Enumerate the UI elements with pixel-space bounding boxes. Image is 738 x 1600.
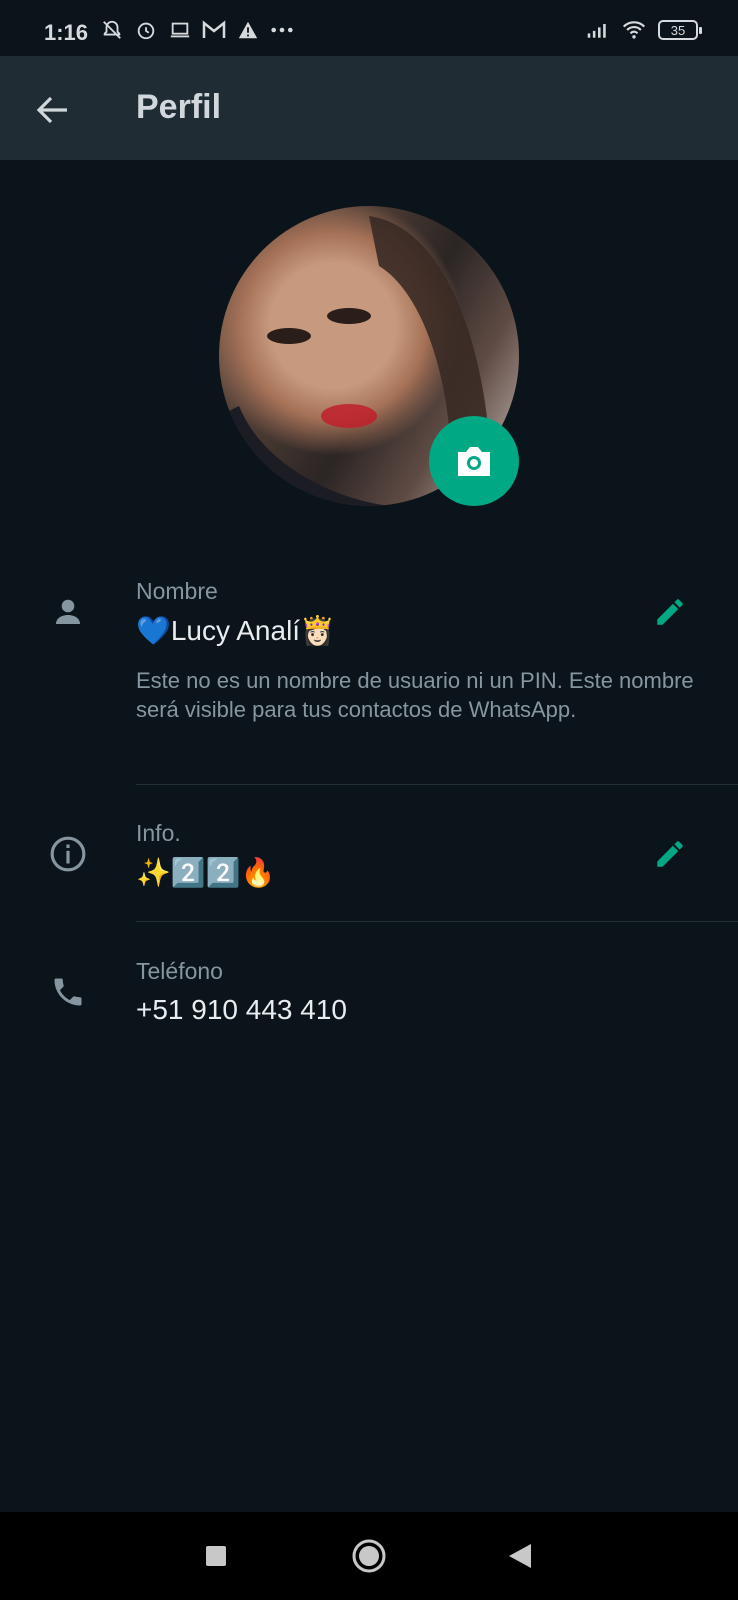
circle-icon: [352, 1539, 386, 1573]
phone-icon: [46, 970, 90, 1014]
square-icon: [206, 1546, 226, 1566]
laptop-icon: [168, 18, 192, 42]
phone-label: Teléfono: [136, 958, 223, 984]
phone-value: +51 910 443 410: [136, 994, 347, 1025]
more-dots-icon: [270, 18, 294, 42]
home-button[interactable]: [343, 1530, 395, 1582]
camera-icon: [458, 447, 490, 476]
status-time: 1:16: [44, 20, 89, 45]
system-nav-bar: [0, 1512, 738, 1600]
triangle-back-icon: [509, 1544, 531, 1568]
info-icon: [46, 832, 90, 876]
alarm-icon: [134, 18, 158, 42]
profile-photo-section: [219, 206, 519, 506]
edit-name-button[interactable]: [648, 590, 692, 634]
app-bar: Perfil: [0, 56, 738, 160]
name-value: 💙Lucy Analí👸🏻: [136, 615, 335, 646]
phone-row[interactable]: Teléfono +51 910 443 410: [0, 950, 738, 1050]
pencil-icon: [657, 599, 683, 625]
wifi-icon: [622, 18, 646, 42]
divider: [136, 921, 738, 922]
recents-button[interactable]: [190, 1530, 242, 1582]
status-bar: 1:16 35: [0, 0, 738, 56]
info-value: ✨2️⃣2️⃣🔥: [136, 857, 276, 888]
signal-icon: [586, 18, 610, 42]
name-label: Nombre: [136, 578, 218, 604]
arrow-left-icon: [36, 96, 67, 124]
notifications-off-icon: [100, 18, 124, 42]
info-label: Info.: [136, 820, 181, 846]
person-icon: [46, 590, 90, 634]
gmail-icon: [202, 18, 226, 42]
divider: [136, 784, 738, 785]
page-title: Perfil: [136, 88, 222, 126]
status-icons-right: 35: [586, 18, 702, 42]
name-row[interactable]: Nombre 💙Lucy Analí👸🏻 Este no es un nombr…: [0, 570, 738, 770]
battery-level: 35: [670, 22, 686, 38]
edit-info-button[interactable]: [648, 832, 692, 876]
change-photo-button[interactable]: [429, 416, 519, 506]
info-row[interactable]: Info. ✨2️⃣2️⃣🔥: [0, 810, 738, 920]
back-nav-button[interactable]: [494, 1530, 546, 1582]
battery-icon: 35: [658, 20, 702, 40]
back-button[interactable]: [30, 90, 74, 130]
warning-icon: [236, 18, 260, 42]
pencil-icon: [657, 841, 683, 867]
name-hint: Este no es un nombre de usuario ni un PI…: [136, 668, 694, 722]
status-icons-left: [100, 18, 294, 42]
